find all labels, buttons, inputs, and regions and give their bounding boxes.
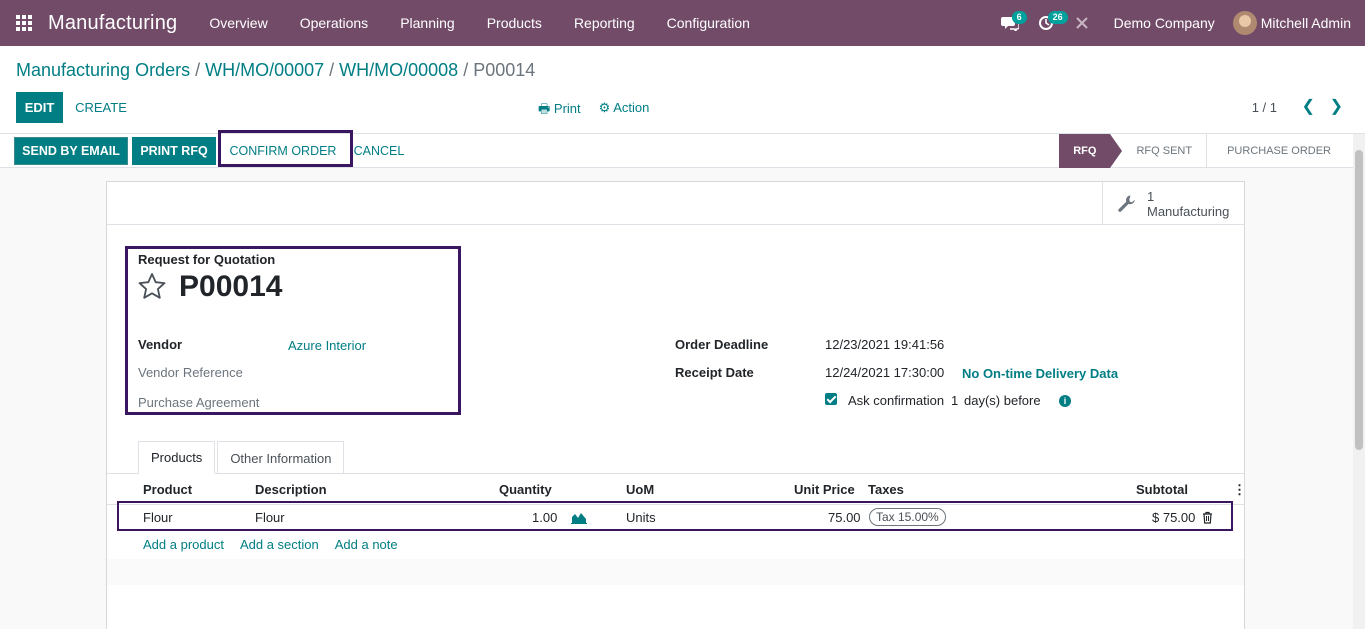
scrollbar[interactable] (1353, 134, 1365, 629)
order-deadline-value[interactable]: 12/23/2021 19:41:56 (825, 337, 944, 352)
cell-product: Flour (143, 510, 173, 525)
stage-purchase-order[interactable]: PURCHASE ORDER (1206, 134, 1345, 168)
purchase-agreement-label: Purchase Agreement (138, 395, 260, 410)
add-product-link[interactable]: Add a product (143, 537, 224, 552)
breadcrumb-separator: / (324, 60, 340, 80)
print-menu[interactable]: 🖶 Print (538, 100, 581, 122)
col-description[interactable]: Description (255, 482, 327, 497)
ask-confirmation-days[interactable]: 1 (951, 393, 958, 408)
manufacturing-smart-button[interactable]: 1 Manufacturing (1102, 182, 1244, 225)
messages-badge: 6 (1011, 11, 1027, 24)
col-quantity[interactable]: Quantity (499, 482, 552, 497)
control-panel: Manufacturing Orders / WH/MO/00007 / WH/… (0, 46, 1365, 134)
menu-planning[interactable]: Planning (384, 15, 471, 31)
pager-previous-icon[interactable]: ❮ (1302, 96, 1315, 116)
menu-operations[interactable]: Operations (284, 15, 384, 31)
messages-icon[interactable]: 6 (992, 0, 1028, 46)
breadcrumb-separator: / (458, 60, 474, 80)
table-header: Product Description Quantity UoM Unit Pr… (107, 474, 1246, 504)
confirm-order-button[interactable]: CONFIRM ORDER (222, 137, 344, 165)
col-product[interactable]: Product (143, 482, 192, 497)
top-navbar: Manufacturing Overview Operations Planni… (0, 0, 1365, 46)
print-rfq-button[interactable]: PRINT RFQ (132, 137, 216, 165)
action-bar: 🖶 Print ⚙ Action (538, 100, 649, 122)
app-name[interactable]: Manufacturing (48, 12, 177, 35)
cell-tax-tag: Tax 15.00% (869, 508, 946, 526)
user-menu[interactable]: Mitchell Admin (1261, 15, 1365, 31)
action-menu-label: Action (613, 100, 650, 115)
apps-menu-icon[interactable] (0, 0, 48, 46)
pager-value[interactable]: 1 / 1 (1252, 100, 1277, 115)
star-icon[interactable] (137, 272, 167, 300)
menu-overview[interactable]: Overview (193, 15, 283, 31)
stage-rfq-sent[interactable]: RFQ SENT (1110, 134, 1206, 168)
info-icon[interactable]: i (1059, 395, 1071, 407)
company-switcher[interactable]: Demo Company (1100, 15, 1233, 31)
breadcrumb-manufacturing-orders[interactable]: Manufacturing Orders (16, 60, 190, 80)
add-line-links: Add a product Add a section Add a note (143, 537, 398, 552)
table-row[interactable]: Flour Flour 1.00 Units 75.00 Tax 15.00% … (119, 505, 1232, 531)
vendor-value[interactable]: Azure Interior (288, 338, 366, 353)
vendor-reference-label: Vendor Reference (138, 365, 243, 380)
notebook-tabs: Products Other Information (138, 441, 346, 474)
form-title-label: Request for Quotation (138, 252, 276, 267)
smart-button-count: 1 (1147, 188, 1155, 204)
menu-products[interactable]: Products (471, 15, 558, 31)
ask-confirmation-suffix: day(s) before (964, 393, 1041, 408)
breadcrumb-mo-00008[interactable]: WH/MO/00008 (339, 60, 458, 80)
user-avatar[interactable] (1232, 11, 1257, 35)
status-stages: RFQ RFQ SENT PURCHASE ORDER (1059, 134, 1345, 168)
tools-icon[interactable] (1064, 0, 1100, 46)
table-footer (107, 559, 1244, 585)
breadcrumb: Manufacturing Orders / WH/MO/00007 / WH/… (16, 60, 535, 81)
column-options-icon[interactable]: ⋮ (1233, 482, 1246, 498)
add-section-link[interactable]: Add a section (240, 537, 319, 552)
stage-rfq[interactable]: RFQ (1059, 134, 1123, 168)
print-menu-label: Print (553, 101, 581, 116)
order-name: P00014 (179, 270, 283, 303)
receipt-date-label: Receipt Date (675, 365, 754, 380)
cell-subtotal: $ 75.00 (1152, 510, 1196, 525)
cell-unit-price: 75.00 (828, 510, 861, 525)
breadcrumb-separator: / (190, 60, 206, 80)
col-taxes[interactable]: Taxes (868, 482, 904, 497)
tab-products[interactable]: Products (138, 441, 216, 474)
breadcrumb-mo-00007[interactable]: WH/MO/00007 (205, 60, 324, 80)
trash-icon[interactable] (1202, 511, 1213, 524)
menu-configuration[interactable]: Configuration (651, 15, 766, 31)
send-by-email-button[interactable]: SEND BY EMAIL (14, 137, 128, 165)
add-note-link[interactable]: Add a note (335, 537, 398, 552)
cancel-button[interactable]: CANCEL (350, 137, 408, 165)
statusbar: SEND BY EMAIL PRINT RFQ CONFIRM ORDER CA… (0, 134, 1365, 168)
ask-confirmation-checkbox[interactable] (825, 393, 837, 405)
wrench-icon (1118, 195, 1135, 212)
menu-reporting[interactable]: Reporting (558, 15, 651, 31)
col-uom[interactable]: UoM (626, 482, 654, 497)
activities-icon[interactable]: 26 (1028, 0, 1068, 46)
breadcrumb-current: P00014 (473, 60, 536, 80)
smart-button-label: Manufacturing (1147, 203, 1230, 219)
print-icon: 🖶 (538, 101, 551, 116)
col-unit-price[interactable]: Unit Price (794, 482, 855, 497)
create-button[interactable]: CREATE (70, 92, 132, 123)
order-deadline-label: Order Deadline (675, 337, 769, 352)
pager-next-icon[interactable]: ❯ (1330, 96, 1343, 116)
col-subtotal[interactable]: Subtotal (1136, 482, 1188, 497)
cell-description: Flour (255, 510, 285, 525)
tab-other-information[interactable]: Other Information (217, 441, 345, 474)
vendor-label: Vendor (138, 337, 183, 352)
scroll-thumb[interactable] (1355, 150, 1363, 450)
cell-quantity: 1.00 (532, 510, 558, 525)
gear-icon: ⚙ (598, 100, 611, 115)
cell-uom: Units (626, 510, 656, 525)
forecast-chart-icon[interactable] (571, 511, 587, 524)
ask-confirmation-label: Ask confirmation (848, 393, 945, 408)
delivery-data-link[interactable]: No On-time Delivery Data (962, 366, 1118, 381)
action-menu[interactable]: ⚙ Action (599, 100, 650, 122)
edit-button[interactable]: EDIT (16, 92, 63, 123)
button-box: 1 Manufacturing (107, 182, 1244, 225)
form-sheet: 1 Manufacturing Request for Quotation P0… (106, 181, 1246, 629)
receipt-date-value[interactable]: 12/24/2021 17:30:00 (825, 365, 944, 380)
